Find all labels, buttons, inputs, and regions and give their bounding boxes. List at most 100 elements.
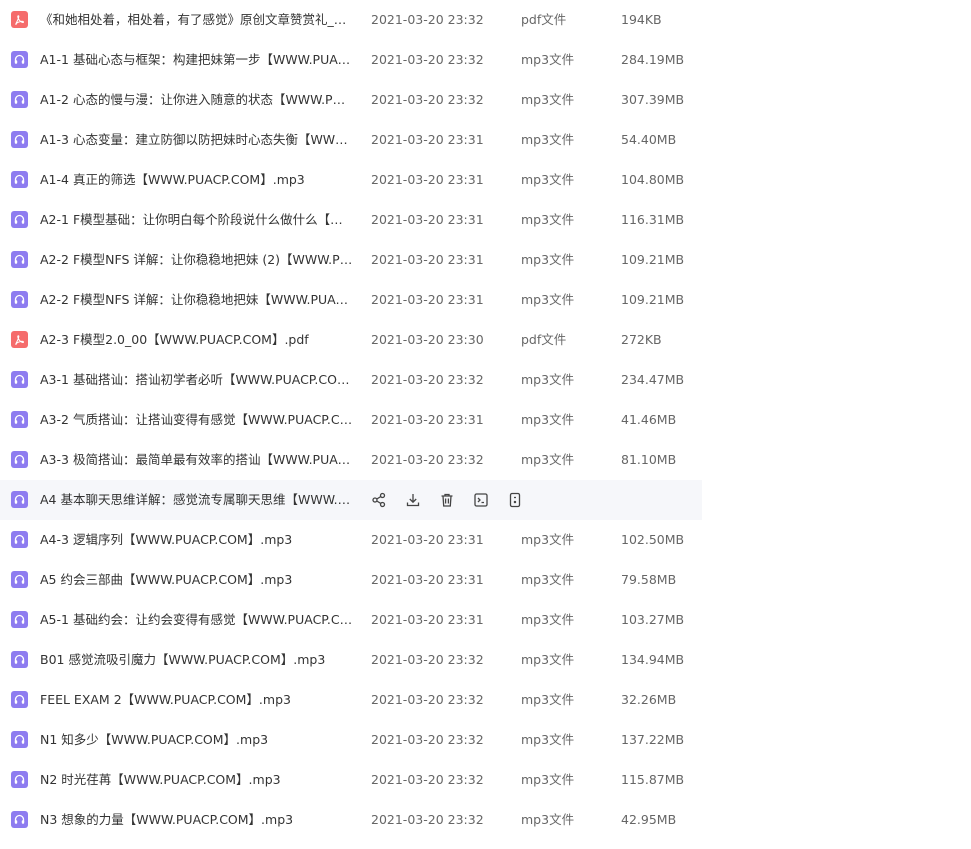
file-date: 2021-03-20 23:31	[371, 132, 484, 147]
file-date: 2021-03-20 23:32	[371, 92, 484, 107]
file-size: 109.21MB	[621, 292, 685, 307]
file-row[interactable]: A5 约会三部曲【WWW.PUACP.COM】.mp3 2021-03-20 23…	[0, 560, 971, 600]
file-type: mp3文件	[521, 532, 575, 547]
file-row[interactable]: A4 基本聊天思维详解：感觉流专属聊天思维【WWW.PU...	[0, 480, 971, 520]
file-name[interactable]: A3-3 极简搭讪：最简单最有效率的搭讪【WWW.PUACP....	[40, 440, 354, 480]
file-size: 116.31MB	[621, 212, 685, 227]
audio-icon	[11, 771, 28, 788]
file-type: mp3文件	[521, 212, 575, 227]
pdf-icon	[11, 11, 28, 28]
file-date: 2021-03-20 23:32	[371, 652, 484, 667]
file-row[interactable]: A5-1 基础约会：让约会变得有感觉【WWW.PUACP.CO... 2021-0…	[0, 600, 971, 640]
file-row[interactable]: A3-1 基础搭讪：搭讪初学者必听【WWW.PUACP.COM... 2021-0…	[0, 360, 971, 400]
more-icon[interactable]	[506, 491, 524, 509]
file-date: 2021-03-20 23:32	[371, 52, 484, 67]
file-name[interactable]: A5-1 基础约会：让约会变得有感觉【WWW.PUACP.CO...	[40, 600, 354, 640]
file-date: 2021-03-20 23:31	[371, 572, 484, 587]
file-size: 234.47MB	[621, 372, 685, 387]
audio-icon	[11, 371, 28, 388]
rename-icon[interactable]	[472, 491, 490, 509]
file-name[interactable]: A2-2 F模型NFS 详解：让你稳稳地把妹 (2)【WWW.PUA...	[40, 240, 354, 280]
file-type: mp3文件	[521, 292, 575, 307]
file-row[interactable]: A1-4 真正的筛选【WWW.PUACP.COM】.mp3 2021-03-20 …	[0, 160, 971, 200]
file-size: 54.40MB	[621, 132, 677, 147]
file-name[interactable]: A1-3 心态变量：建立防御以防把妹时心态失衡【WWW....	[40, 120, 354, 160]
file-name[interactable]: N3 想象的力量【WWW.PUACP.COM】.mp3	[40, 800, 354, 840]
file-name[interactable]: FEEL EXAM 2【WWW.PUACP.COM】.mp3	[40, 680, 354, 720]
audio-icon	[11, 811, 28, 828]
file-row[interactable]: A4-3 逻辑序列【WWW.PUACP.COM】.mp3 2021-03-20 2…	[0, 520, 971, 560]
file-name[interactable]: A1-4 真正的筛选【WWW.PUACP.COM】.mp3	[40, 160, 354, 200]
file-size: 115.87MB	[621, 772, 685, 787]
pdf-icon	[11, 331, 28, 348]
file-size: 79.58MB	[621, 572, 677, 587]
file-row[interactable]: B01 感觉流吸引魔力【WWW.PUACP.COM】.mp3 2021-03-20…	[0, 640, 971, 680]
audio-icon	[11, 451, 28, 468]
file-name[interactable]: B01 感觉流吸引魔力【WWW.PUACP.COM】.mp3	[40, 640, 354, 680]
file-type: mp3文件	[521, 92, 575, 107]
file-row[interactable]: N3 想象的力量【WWW.PUACP.COM】.mp3 2021-03-20 23…	[0, 800, 971, 840]
audio-icon	[11, 731, 28, 748]
file-row[interactable]: N2 时光荏苒【WWW.PUACP.COM】.mp3 2021-03-20 23:…	[0, 760, 971, 800]
audio-icon	[11, 291, 28, 308]
file-date: 2021-03-20 23:31	[371, 172, 484, 187]
file-type: mp3文件	[521, 372, 575, 387]
file-type: mp3文件	[521, 612, 575, 627]
file-date: 2021-03-20 23:32	[371, 372, 484, 387]
file-row[interactable]: A2-1 F模型基础：让你明白每个阶段说什么做什么【WW... 2021-03-2…	[0, 200, 971, 240]
file-name[interactable]: A3-2 气质搭讪：让搭讪变得有感觉【WWW.PUACP.CO...	[40, 400, 354, 440]
share-icon[interactable]	[370, 491, 388, 509]
file-type: mp3文件	[521, 732, 575, 747]
audio-icon	[11, 491, 28, 508]
audio-icon	[11, 611, 28, 628]
file-type: mp3文件	[521, 412, 575, 427]
file-row[interactable]: A2-3 F模型2.0_00【WWW.PUACP.COM】.pdf 2021-03…	[0, 320, 971, 360]
audio-icon	[11, 171, 28, 188]
file-type: mp3文件	[521, 252, 575, 267]
file-name[interactable]: A1-2 心态的慢与漫：让你进入随意的状态【WWW.PUA...	[40, 80, 354, 120]
file-type: mp3文件	[521, 52, 575, 67]
audio-icon	[11, 571, 28, 588]
file-size: 81.10MB	[621, 452, 677, 467]
file-row[interactable]: A2-2 F模型NFS 详解：让你稳稳地把妹【WWW.PUACP.... 2021…	[0, 280, 971, 320]
file-size: 103.27MB	[621, 612, 685, 627]
file-name[interactable]: A2-1 F模型基础：让你明白每个阶段说什么做什么【WW...	[40, 200, 354, 240]
file-type: mp3文件	[521, 452, 575, 467]
file-row[interactable]: A1-2 心态的慢与漫：让你进入随意的状态【WWW.PUA... 2021-03-…	[0, 80, 971, 120]
delete-icon[interactable]	[438, 491, 456, 509]
audio-icon	[11, 251, 28, 268]
file-date: 2021-03-20 23:31	[371, 612, 484, 627]
file-row[interactable]: 《和她相处着，相处着，有了感觉》原创文章赞赏礼_0【... 2021-03-20 …	[0, 0, 971, 40]
file-row[interactable]: A1-1 基础心态与框架：构建把妹第一步【WWW.PUACP.... 2021-0…	[0, 40, 971, 80]
download-icon[interactable]	[404, 491, 422, 509]
file-type: mp3文件	[521, 812, 575, 827]
file-row[interactable]: A1-3 心态变量：建立防御以防把妹时心态失衡【WWW.... 2021-03-2…	[0, 120, 971, 160]
file-name[interactable]: N1 知多少【WWW.PUACP.COM】.mp3	[40, 720, 354, 760]
file-name[interactable]: A2-3 F模型2.0_00【WWW.PUACP.COM】.pdf	[40, 320, 354, 360]
file-name[interactable]: 《和她相处着，相处着，有了感觉》原创文章赞赏礼_0【...	[40, 0, 354, 40]
file-size: 109.21MB	[621, 252, 685, 267]
file-type: mp3文件	[521, 172, 575, 187]
file-name[interactable]: A2-2 F模型NFS 详解：让你稳稳地把妹【WWW.PUACP....	[40, 280, 354, 320]
file-name[interactable]: A4-3 逻辑序列【WWW.PUACP.COM】.mp3	[40, 520, 354, 560]
file-size: 134.94MB	[621, 652, 685, 667]
file-size: 42.95MB	[621, 812, 677, 827]
file-name[interactable]: N2 时光荏苒【WWW.PUACP.COM】.mp3	[40, 760, 354, 800]
audio-icon	[11, 651, 28, 668]
file-date: 2021-03-20 23:32	[371, 692, 484, 707]
file-name[interactable]: A5 约会三部曲【WWW.PUACP.COM】.mp3	[40, 560, 354, 600]
audio-icon	[11, 91, 28, 108]
file-name[interactable]: A1-1 基础心态与框架：构建把妹第一步【WWW.PUACP....	[40, 40, 354, 80]
audio-icon	[11, 131, 28, 148]
file-size: 307.39MB	[621, 92, 685, 107]
file-row[interactable]: A2-2 F模型NFS 详解：让你稳稳地把妹 (2)【WWW.PUA... 202…	[0, 240, 971, 280]
file-row[interactable]: A3-2 气质搭讪：让搭讪变得有感觉【WWW.PUACP.CO... 2021-0…	[0, 400, 971, 440]
file-row[interactable]: A3-3 极简搭讪：最简单最有效率的搭讪【WWW.PUACP.... 2021-0…	[0, 440, 971, 480]
file-type: mp3文件	[521, 132, 575, 147]
file-size: 137.22MB	[621, 732, 685, 747]
file-name[interactable]: A3-1 基础搭讪：搭讪初学者必听【WWW.PUACP.COM...	[40, 360, 354, 400]
file-row[interactable]: FEEL EXAM 2【WWW.PUACP.COM】.mp3 2021-03-20…	[0, 680, 971, 720]
file-row[interactable]: N1 知多少【WWW.PUACP.COM】.mp3 2021-03-20 23:3…	[0, 720, 971, 760]
file-name[interactable]: A4 基本聊天思维详解：感觉流专属聊天思维【WWW.PU...	[40, 480, 354, 520]
file-type: pdf文件	[521, 12, 567, 27]
